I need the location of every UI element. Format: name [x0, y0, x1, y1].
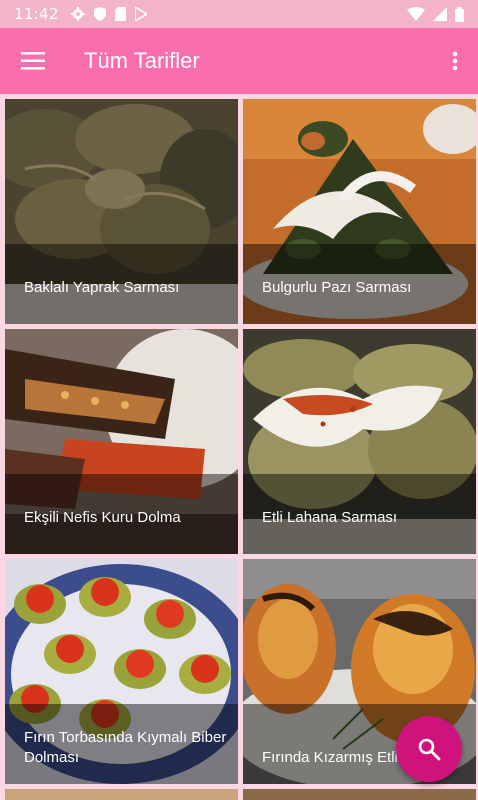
recipe-card[interactable]: Etli Lahana Sarması [243, 329, 476, 554]
app-bar: Tüm Tarifler [0, 28, 478, 94]
recipe-card[interactable]: Fırın Torbasında Kıymalı Biber Dolması [5, 559, 238, 784]
more-vert-icon [452, 51, 458, 71]
search-fab[interactable] [396, 716, 462, 782]
page-title: Tüm Tarifler [84, 48, 200, 73]
recipe-title: Bulgurlu Pazı Sarması [262, 279, 412, 296]
recipe-card[interactable] [5, 789, 238, 800]
wifi-icon [407, 7, 425, 21]
gear-icon [70, 7, 85, 21]
recipe-card[interactable]: Ekşili Nefis Kuru Dolma [5, 329, 238, 554]
battery-icon [455, 6, 464, 22]
shield-icon [93, 7, 106, 21]
menu-button[interactable] [0, 28, 66, 94]
recipe-card[interactable]: Bulgurlu Pazı Sarması [243, 99, 476, 324]
status-time: 11:42 [14, 5, 59, 23]
overflow-menu-button[interactable] [432, 28, 478, 94]
recipe-title: Fırın Torbasında Kıymalı Biber Dolması [24, 729, 227, 766]
recipe-title: Ekşili Nefis Kuru Dolma [24, 509, 181, 526]
recipe-card[interactable]: Baklalı Yaprak Sarması [5, 99, 238, 324]
recipe-title: Baklalı Yaprak Sarması [24, 279, 180, 296]
signal-icon [433, 7, 447, 21]
play-store-icon [134, 7, 147, 21]
sd-card-icon [114, 7, 126, 21]
recipe-grid: Baklalı Yaprak Sarması Bulgurlu Pazı Sar… [0, 94, 478, 800]
search-icon [418, 738, 441, 761]
status-bar: 11:42 [0, 0, 478, 28]
recipe-title: Etli Lahana Sarması [262, 509, 398, 526]
recipe-card[interactable] [243, 789, 476, 800]
hamburger-icon [21, 52, 45, 70]
